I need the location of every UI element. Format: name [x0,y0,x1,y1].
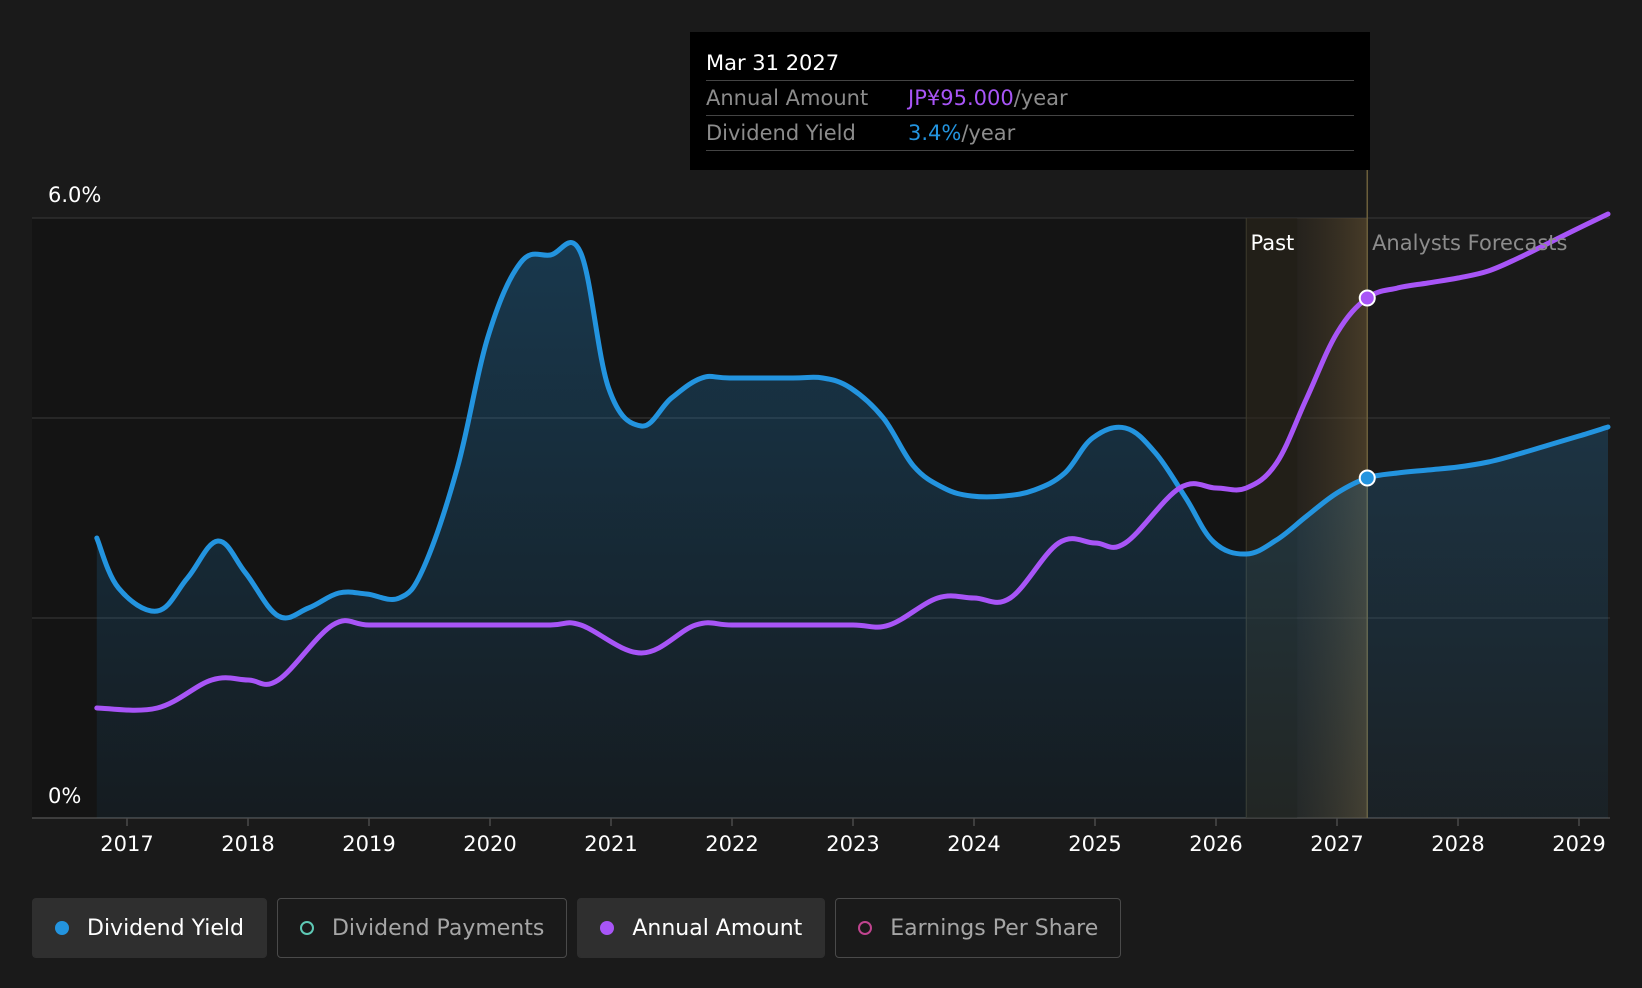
tooltip-row-annual-amount: Annual Amount JP¥95.000 /year [706,81,1354,116]
x-tick-label: 2024 [947,832,1000,856]
tooltip-label: Dividend Yield [706,121,856,145]
y-tick-label: 0% [48,784,81,808]
x-tick-label: 2018 [221,832,274,856]
legend-annual-amount[interactable]: Annual Amount [577,898,826,958]
legend-dot-icon [600,921,615,935]
legend-ring-icon [858,921,873,935]
x-tick-label: 2025 [1068,832,1121,856]
x-tick-label: 2017 [100,832,153,856]
legend-label: Annual Amount [632,915,803,941]
x-tick-label: 2019 [342,832,395,856]
legend-label: Earnings Per Share [890,915,1099,941]
chart-legend: Dividend Yield Dividend Payments Annual … [32,898,1122,958]
series-marker [1358,469,1376,487]
tooltip-unit: /year [1013,86,1068,110]
legend-dividend-yield[interactable]: Dividend Yield [32,898,267,958]
tooltip-label: Annual Amount [706,86,869,110]
x-tick-label: 2028 [1431,832,1484,856]
tooltip-row-dividend-yield: Dividend Yield 3.4% /year [706,116,1354,151]
legend-label: Dividend Payments [331,915,545,941]
past-label: Past [1250,231,1294,255]
x-tick-label: 2023 [826,832,879,856]
x-tick-label: 2029 [1552,832,1605,856]
legend-ring-icon [299,921,314,935]
x-tick-label: 2020 [463,832,516,856]
x-tick-label: 2026 [1189,832,1242,856]
x-tick-label: 2027 [1310,832,1363,856]
tooltip-date: Mar 31 2027 [706,46,1354,81]
tooltip-value: JP¥95.000 [908,86,1014,110]
x-tick-label: 2022 [705,832,758,856]
chart-tooltip: Mar 31 2027 Annual Amount JP¥95.000 /yea… [690,32,1370,170]
legend-dot-icon [55,921,69,935]
x-tick-label: 2021 [584,832,637,856]
legend-earnings-per-share[interactable]: Earnings Per Share [835,898,1122,958]
series-marker [1358,289,1376,307]
forecast-label: Analysts Forecasts [1372,231,1567,255]
tooltip-value: 3.4% [908,121,962,145]
legend-label: Dividend Yield [87,915,244,941]
legend-dividend-payments[interactable]: Dividend Payments [276,898,568,958]
tooltip-unit: /year [961,121,1016,145]
y-tick-label: 6.0% [48,183,101,207]
